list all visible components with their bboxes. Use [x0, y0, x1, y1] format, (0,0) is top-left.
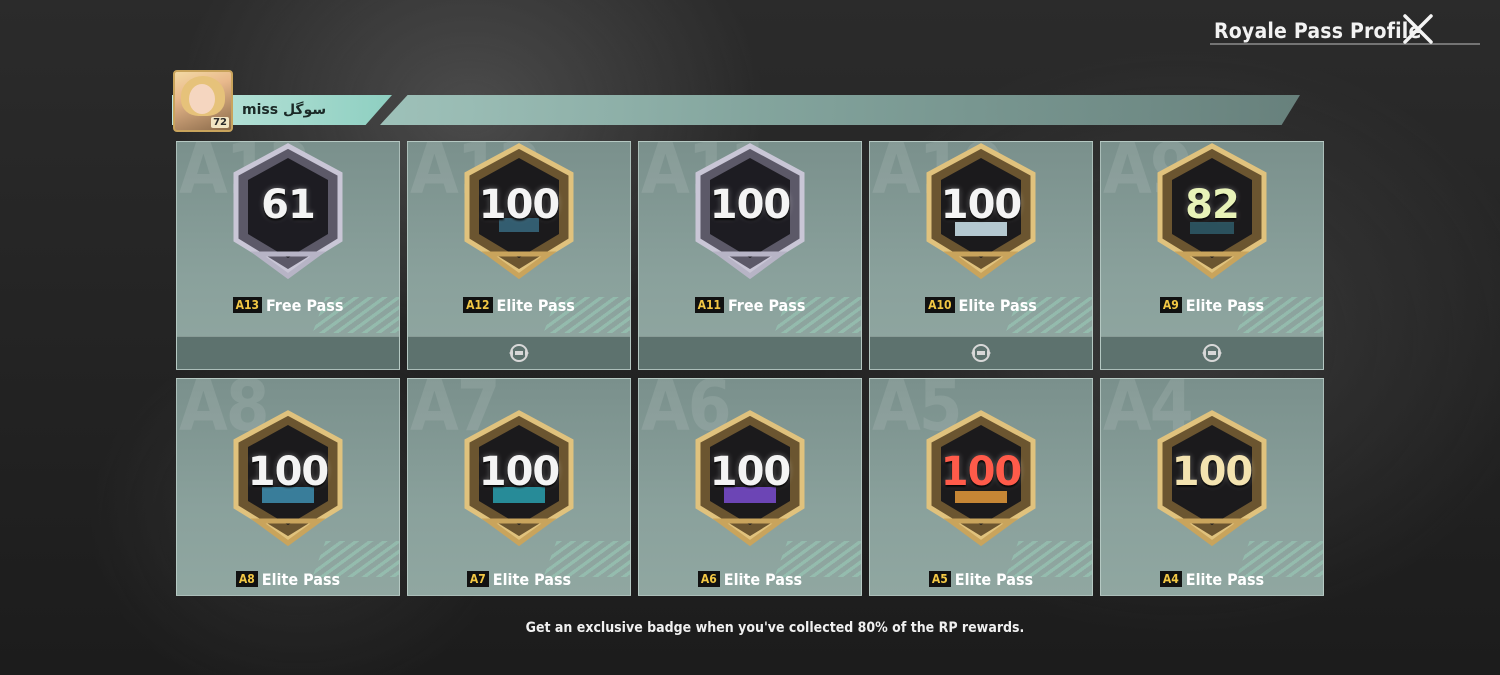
pass-card-a12[interactable]: A12 100 A12Elite Pass — [407, 141, 631, 370]
season-tag: A9 — [1159, 297, 1182, 313]
badge-icon: 100 — [921, 142, 1041, 282]
season-tag: A8 — [235, 571, 258, 587]
card-label: A5 Elite Pass — [870, 569, 1092, 591]
pass-type: Elite Pass — [1185, 296, 1265, 315]
season-tag: A11 — [694, 297, 724, 313]
pass-type: Elite Pass — [492, 570, 572, 589]
card-footer — [177, 336, 399, 369]
elite-emblem-icon — [969, 342, 993, 364]
card-footer — [870, 336, 1092, 369]
pass-type: Elite Pass — [723, 570, 803, 589]
pass-type: Elite Pass — [958, 296, 1037, 315]
elite-emblem-icon — [1200, 342, 1224, 364]
card-label: A8 Elite Pass — [177, 569, 399, 591]
season-tag: A4 — [1159, 571, 1182, 587]
season-tag: A6 — [697, 571, 720, 587]
badge-icon: 100 — [1152, 409, 1272, 549]
badge-icon: 100 — [921, 409, 1041, 549]
badge-icon: 100 — [690, 142, 810, 282]
avatar[interactable]: 72 — [173, 70, 233, 132]
season-tag: A7 — [466, 571, 489, 587]
pass-type: Elite Pass — [1185, 570, 1265, 589]
card-label: A7 Elite Pass — [408, 569, 630, 591]
card-footer — [408, 336, 630, 369]
pass-type: Elite Pass — [496, 296, 575, 315]
badge-icon: 82 — [1152, 142, 1272, 282]
pass-card-a4[interactable]: A4 100 A4 Elite Pass — [1100, 378, 1324, 596]
pass-card-a8[interactable]: A8 100 A8 Elite Pass — [176, 378, 400, 596]
card-footer — [1101, 336, 1323, 369]
card-label: A4 Elite Pass — [1101, 569, 1323, 591]
season-tag: A5 — [928, 571, 951, 587]
close-icon — [1403, 14, 1433, 44]
badge-level: 100 — [709, 182, 792, 228]
badge-level: 61 — [261, 182, 316, 228]
card-label: A11 Free Pass — [639, 295, 861, 317]
badge-icon: 100 — [228, 409, 348, 549]
player-level: 72 — [211, 117, 229, 128]
badge-level: 100 — [940, 182, 1023, 228]
badge-icon: 100 — [690, 409, 810, 549]
pass-card-a7[interactable]: A7 100 A7 Elite Pass — [407, 378, 631, 596]
card-label: A6 Elite Pass — [639, 569, 861, 591]
card-label: A12 Elite Pass — [408, 295, 630, 317]
pass-type: Elite Pass — [261, 570, 341, 589]
pass-card-a5[interactable]: A5 100 A5 Elite Pass — [869, 378, 1093, 596]
pass-type: Free Pass — [727, 296, 806, 315]
card-label: A10 Elite Pass — [870, 295, 1092, 317]
badge-level: 100 — [247, 449, 330, 495]
badge-level: 100 — [709, 449, 792, 495]
card-label: A13 Free Pass — [177, 295, 399, 317]
season-tag: A10 — [925, 297, 955, 313]
badge-icon: 100 — [459, 142, 579, 282]
badge-level: 100 — [478, 182, 561, 228]
pass-card-a9[interactable]: A9 82 A9 Elite Pass — [1100, 141, 1324, 370]
pass-card-a11[interactable]: A11 100 A11Free Pass — [638, 141, 862, 370]
close-button[interactable] — [1398, 11, 1438, 47]
season-tag: A13 — [232, 297, 262, 313]
avatar-face — [189, 84, 215, 114]
badge-icon: 100 — [459, 409, 579, 549]
page-title: Royale Pass Profile — [1214, 19, 1422, 43]
profile-banner-stripe — [380, 95, 1300, 125]
pass-type: Elite Pass — [954, 570, 1034, 589]
player-name: miss سوگل — [242, 102, 327, 118]
card-label: A9 Elite Pass — [1101, 295, 1323, 317]
badge-level: 100 — [1171, 449, 1254, 495]
badge-level: 100 — [478, 449, 561, 495]
badge-icon: 61 — [228, 142, 348, 282]
badge-level: 100 — [940, 449, 1023, 495]
pass-grid: A13 61 A13Free Pass A12 100 A12Elite Pas… — [176, 141, 1326, 596]
card-footer — [639, 336, 861, 369]
season-tag: A12 — [463, 297, 493, 313]
badge-level: 82 — [1185, 182, 1240, 228]
footer-note: Get an exclusive badge when you've colle… — [525, 620, 1025, 636]
pass-card-a10[interactable]: A10 100 A10Elite Pass — [869, 141, 1093, 370]
pass-card-a6[interactable]: A6 100 A6 Elite Pass — [638, 378, 862, 596]
pass-type: Free Pass — [265, 296, 344, 315]
elite-emblem-icon — [507, 342, 531, 364]
pass-card-a13[interactable]: A13 61 A13Free Pass — [176, 141, 400, 370]
